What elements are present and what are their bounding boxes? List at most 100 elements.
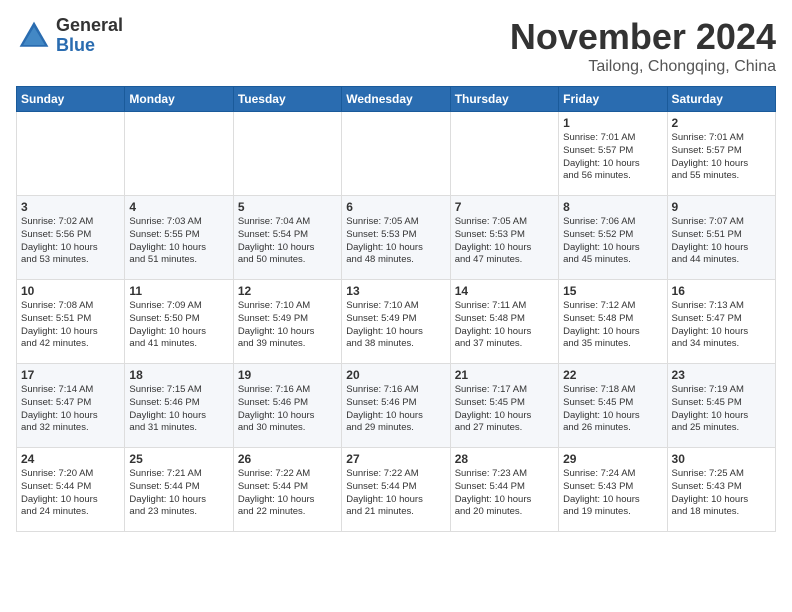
- day-cell-0-3: [342, 112, 450, 196]
- day-info: Sunrise: 7:19 AM Sunset: 5:45 PM Dayligh…: [672, 384, 771, 435]
- day-cell-4-0: 24 Sunrise: 7:20 AM Sunset: 5:44 PM Dayli…: [17, 448, 125, 532]
- day-cell-3-3: 20 Sunrise: 7:16 AM Sunset: 5:46 PM Dayli…: [342, 364, 450, 448]
- title-location: Tailong, Chongqing, China: [510, 58, 776, 76]
- day-number: 29: [563, 452, 662, 466]
- logo: General Blue: [16, 16, 123, 56]
- day-info: Sunrise: 7:10 AM Sunset: 5:49 PM Dayligh…: [238, 300, 337, 351]
- col-tuesday: Tuesday: [233, 87, 341, 112]
- day-cell-0-4: [450, 112, 558, 196]
- day-cell-4-2: 26 Sunrise: 7:22 AM Sunset: 5:44 PM Dayli…: [233, 448, 341, 532]
- day-info: Sunrise: 7:05 AM Sunset: 5:53 PM Dayligh…: [346, 216, 445, 267]
- day-number: 28: [455, 452, 554, 466]
- day-info: Sunrise: 7:01 AM Sunset: 5:57 PM Dayligh…: [672, 132, 771, 183]
- logo-icon: [16, 18, 52, 54]
- day-number: 6: [346, 200, 445, 214]
- day-number: 20: [346, 368, 445, 382]
- day-cell-1-0: 3 Sunrise: 7:02 AM Sunset: 5:56 PM Daylig…: [17, 196, 125, 280]
- day-number: 7: [455, 200, 554, 214]
- day-info: Sunrise: 7:11 AM Sunset: 5:48 PM Dayligh…: [455, 300, 554, 351]
- logo-blue-text: Blue: [56, 36, 123, 56]
- week-row-5: 24 Sunrise: 7:20 AM Sunset: 5:44 PM Dayli…: [17, 448, 776, 532]
- day-cell-1-3: 6 Sunrise: 7:05 AM Sunset: 5:53 PM Daylig…: [342, 196, 450, 280]
- day-cell-1-6: 9 Sunrise: 7:07 AM Sunset: 5:51 PM Daylig…: [667, 196, 775, 280]
- day-number: 16: [672, 284, 771, 298]
- day-number: 27: [346, 452, 445, 466]
- day-info: Sunrise: 7:16 AM Sunset: 5:46 PM Dayligh…: [346, 384, 445, 435]
- day-cell-2-0: 10 Sunrise: 7:08 AM Sunset: 5:51 PM Dayli…: [17, 280, 125, 364]
- day-info: Sunrise: 7:02 AM Sunset: 5:56 PM Dayligh…: [21, 216, 120, 267]
- day-number: 5: [238, 200, 337, 214]
- day-cell-1-5: 8Sunrise: 7:06 AM Sunset: 5:52 PM Daylig…: [559, 196, 667, 280]
- col-friday: Friday: [559, 87, 667, 112]
- day-info: Sunrise: 7:14 AM Sunset: 5:47 PM Dayligh…: [21, 384, 120, 435]
- day-info: Sunrise: 7:09 AM Sunset: 5:50 PM Dayligh…: [129, 300, 228, 351]
- day-info: Sunrise: 7:03 AM Sunset: 5:55 PM Dayligh…: [129, 216, 228, 267]
- day-number: 22: [563, 368, 662, 382]
- col-sunday: Sunday: [17, 87, 125, 112]
- day-info: Sunrise: 7:06 AM Sunset: 5:52 PM Dayligh…: [563, 216, 662, 267]
- day-cell-4-5: 29 Sunrise: 7:24 AM Sunset: 5:43 PM Dayli…: [559, 448, 667, 532]
- day-number: 4: [129, 200, 228, 214]
- day-info: Sunrise: 7:07 AM Sunset: 5:51 PM Dayligh…: [672, 216, 771, 267]
- calendar-header-row: Sunday Monday Tuesday Wednesday Thursday…: [17, 87, 776, 112]
- day-info: Sunrise: 7:18 AM Sunset: 5:45 PM Dayligh…: [563, 384, 662, 435]
- day-number: 11: [129, 284, 228, 298]
- day-info: Sunrise: 7:12 AM Sunset: 5:48 PM Dayligh…: [563, 300, 662, 351]
- day-cell-3-1: 18Sunrise: 7:15 AM Sunset: 5:46 PM Dayli…: [125, 364, 233, 448]
- day-cell-4-6: 30 Sunrise: 7:25 AM Sunset: 5:43 PM Dayli…: [667, 448, 775, 532]
- day-cell-0-5: 1 Sunrise: 7:01 AM Sunset: 5:57 PM Daylig…: [559, 112, 667, 196]
- day-cell-0-1: [125, 112, 233, 196]
- day-cell-4-4: 28Sunrise: 7:23 AM Sunset: 5:44 PM Dayli…: [450, 448, 558, 532]
- col-saturday: Saturday: [667, 87, 775, 112]
- day-info: Sunrise: 7:17 AM Sunset: 5:45 PM Dayligh…: [455, 384, 554, 435]
- day-cell-1-1: 4 Sunrise: 7:03 AM Sunset: 5:55 PM Daylig…: [125, 196, 233, 280]
- title-month: November 2024: [510, 16, 776, 58]
- day-info: Sunrise: 7:24 AM Sunset: 5:43 PM Dayligh…: [563, 468, 662, 519]
- day-number: 17: [21, 368, 120, 382]
- day-info: Sunrise: 7:01 AM Sunset: 5:57 PM Dayligh…: [563, 132, 662, 183]
- day-number: 25: [129, 452, 228, 466]
- day-number: 24: [21, 452, 120, 466]
- day-cell-2-5: 15 Sunrise: 7:12 AM Sunset: 5:48 PM Dayli…: [559, 280, 667, 364]
- day-cell-0-0: [17, 112, 125, 196]
- day-info: Sunrise: 7:08 AM Sunset: 5:51 PM Dayligh…: [21, 300, 120, 351]
- day-number: 23: [672, 368, 771, 382]
- day-number: 1: [563, 116, 662, 130]
- day-number: 3: [21, 200, 120, 214]
- day-number: 21: [455, 368, 554, 382]
- day-cell-1-4: 7Sunrise: 7:05 AM Sunset: 5:53 PM Daylig…: [450, 196, 558, 280]
- day-info: Sunrise: 7:04 AM Sunset: 5:54 PM Dayligh…: [238, 216, 337, 267]
- day-info: Sunrise: 7:22 AM Sunset: 5:44 PM Dayligh…: [238, 468, 337, 519]
- week-row-4: 17 Sunrise: 7:14 AM Sunset: 5:47 PM Dayli…: [17, 364, 776, 448]
- day-info: Sunrise: 7:21 AM Sunset: 5:44 PM Dayligh…: [129, 468, 228, 519]
- day-cell-2-1: 11 Sunrise: 7:09 AM Sunset: 5:50 PM Dayli…: [125, 280, 233, 364]
- day-info: Sunrise: 7:13 AM Sunset: 5:47 PM Dayligh…: [672, 300, 771, 351]
- week-row-2: 3 Sunrise: 7:02 AM Sunset: 5:56 PM Daylig…: [17, 196, 776, 280]
- day-info: Sunrise: 7:20 AM Sunset: 5:44 PM Dayligh…: [21, 468, 120, 519]
- day-cell-2-4: 14Sunrise: 7:11 AM Sunset: 5:48 PM Dayli…: [450, 280, 558, 364]
- day-cell-4-3: 27 Sunrise: 7:22 AM Sunset: 5:44 PM Dayli…: [342, 448, 450, 532]
- day-number: 10: [21, 284, 120, 298]
- day-number: 30: [672, 452, 771, 466]
- day-info: Sunrise: 7:25 AM Sunset: 5:43 PM Dayligh…: [672, 468, 771, 519]
- col-thursday: Thursday: [450, 87, 558, 112]
- day-cell-0-2: [233, 112, 341, 196]
- day-number: 2: [672, 116, 771, 130]
- day-number: 9: [672, 200, 771, 214]
- page: General Blue November 2024 Tailong, Chon…: [0, 0, 792, 548]
- day-cell-3-2: 19Sunrise: 7:16 AM Sunset: 5:46 PM Dayli…: [233, 364, 341, 448]
- day-number: 15: [563, 284, 662, 298]
- day-number: 26: [238, 452, 337, 466]
- day-info: Sunrise: 7:10 AM Sunset: 5:49 PM Dayligh…: [346, 300, 445, 351]
- day-cell-0-6: 2 Sunrise: 7:01 AM Sunset: 5:57 PM Daylig…: [667, 112, 775, 196]
- day-number: 19: [238, 368, 337, 382]
- day-number: 13: [346, 284, 445, 298]
- day-cell-3-5: 22 Sunrise: 7:18 AM Sunset: 5:45 PM Dayli…: [559, 364, 667, 448]
- day-cell-3-0: 17 Sunrise: 7:14 AM Sunset: 5:47 PM Dayli…: [17, 364, 125, 448]
- day-info: Sunrise: 7:15 AM Sunset: 5:46 PM Dayligh…: [129, 384, 228, 435]
- calendar-table: Sunday Monday Tuesday Wednesday Thursday…: [16, 86, 776, 532]
- title-block: November 2024 Tailong, Chongqing, China: [510, 16, 776, 76]
- day-info: Sunrise: 7:22 AM Sunset: 5:44 PM Dayligh…: [346, 468, 445, 519]
- day-cell-3-4: 21 Sunrise: 7:17 AM Sunset: 5:45 PM Dayli…: [450, 364, 558, 448]
- logo-text: General Blue: [56, 16, 123, 56]
